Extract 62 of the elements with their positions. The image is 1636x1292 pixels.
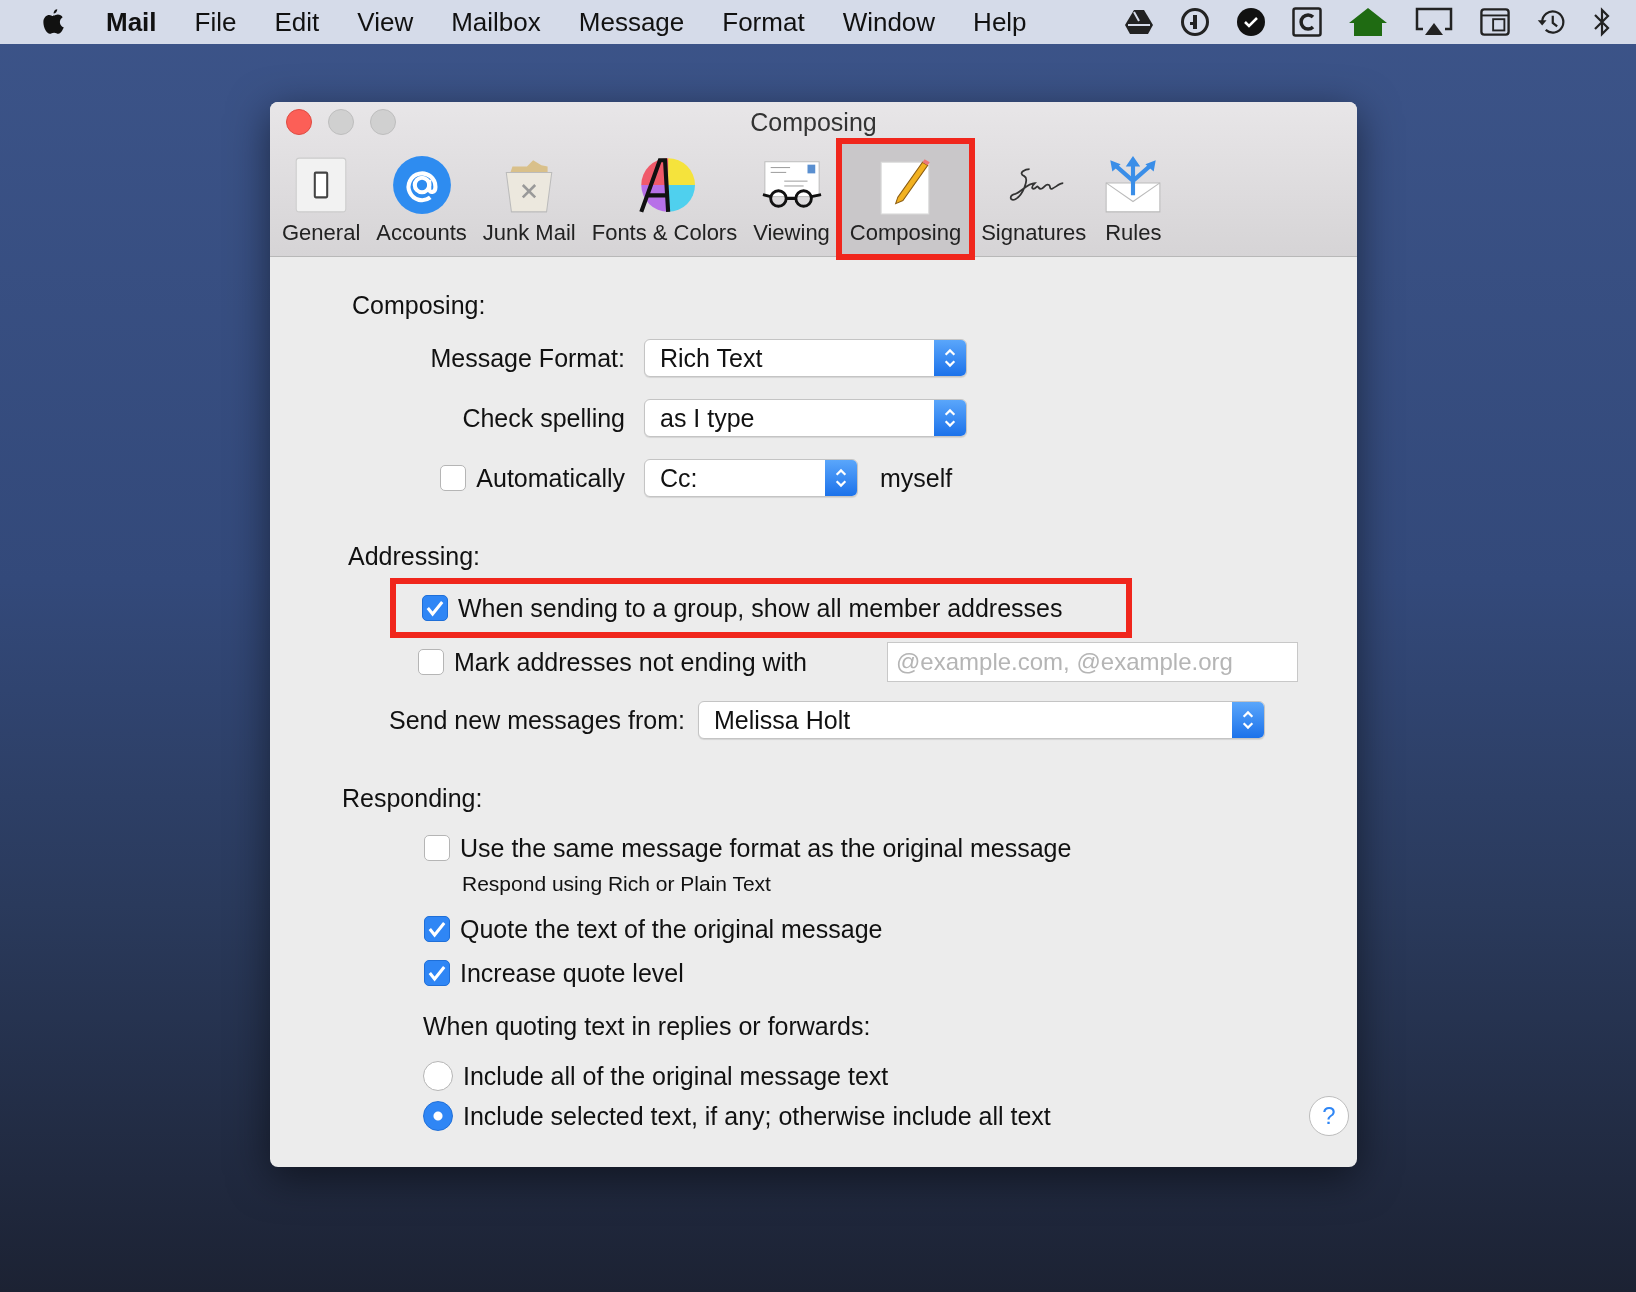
help-button[interactable]: ? xyxy=(1309,1096,1349,1136)
toolbar-tab[interactable]: Viewing xyxy=(747,142,836,256)
checkbox[interactable] xyxy=(422,595,448,621)
stepper-icon xyxy=(1232,702,1264,738)
toolbar-tab[interactable]: Junk Mail xyxy=(476,142,582,256)
checkbox-label[interactable]: Use the same message format as the original message xyxy=(460,833,1072,863)
boxed-c-icon[interactable] xyxy=(1292,7,1322,37)
field-label: Message Format: xyxy=(430,343,625,373)
toolbar-tab[interactable]: Rules xyxy=(1096,142,1171,256)
airplay-icon[interactable] xyxy=(1414,7,1454,37)
spelling-dropdown[interactable]: as I type xyxy=(644,399,967,437)
field-label: myself xyxy=(880,463,953,493)
at-sign-icon xyxy=(390,154,453,216)
clock-icon[interactable] xyxy=(1536,7,1566,37)
keyhole-icon[interactable] xyxy=(1180,7,1210,37)
stepper-icon xyxy=(934,400,966,436)
menu-item[interactable]: Help xyxy=(973,6,1027,38)
checkbox[interactable] xyxy=(424,916,450,942)
checkbox[interactable] xyxy=(424,960,450,986)
sender-dropdown[interactable]: Melissa Holt xyxy=(698,701,1265,739)
option-note: Respond using Rich or Plain Text xyxy=(462,871,772,897)
house-icon[interactable] xyxy=(1348,7,1388,37)
radio-label[interactable]: Include selected text, if any; otherwise include all text xyxy=(463,1101,1051,1131)
menu-item[interactable]: Mailbox xyxy=(451,6,541,38)
toolbar-tab[interactable]: General xyxy=(276,142,367,256)
domain-input-field[interactable]: @example.com, @example.org xyxy=(887,642,1298,682)
stepper-icon xyxy=(934,340,966,376)
format-dropdown[interactable]: Rich Text xyxy=(644,339,967,377)
checkbox[interactable] xyxy=(440,465,467,491)
menu-item[interactable]: Format xyxy=(722,6,805,38)
field-label: Check spelling xyxy=(462,403,625,433)
menu-item[interactable]: Edit xyxy=(274,6,320,38)
checkbox-label[interactable]: Mark addresses not ending with xyxy=(454,647,877,677)
radio-button[interactable] xyxy=(423,1061,453,1091)
menu-item[interactable]: File xyxy=(194,6,237,38)
toolbar-tab[interactable]: Signatures xyxy=(975,142,1093,256)
section-heading: Responding: xyxy=(342,783,484,814)
checkbox-label[interactable]: Automatically xyxy=(476,463,625,493)
window-title: Composing xyxy=(750,107,877,137)
close-button[interactable] xyxy=(286,109,312,135)
radio-button[interactable] xyxy=(423,1101,453,1131)
radio-label[interactable]: Include all of the original message text xyxy=(463,1061,889,1091)
group-label: When quoting text in replies or forwards: xyxy=(423,1011,872,1042)
checkbox-label[interactable]: Quote the text of the original message xyxy=(460,914,883,944)
menu-item[interactable]: View xyxy=(357,6,414,38)
bluetooth-icon[interactable] xyxy=(1592,7,1612,37)
toolbar-tab[interactable]: Accounts xyxy=(370,142,473,256)
checkbox-label[interactable]: Increase quote level xyxy=(460,958,684,988)
checkbox-label[interactable]: When sending to a group, show all member addresses xyxy=(458,593,1063,623)
cc-dropdown[interactable]: Cc: xyxy=(644,459,858,497)
checkbox[interactable] xyxy=(424,835,450,861)
field-label: Send new messages from: xyxy=(389,705,685,735)
section-heading: Composing: xyxy=(352,290,487,321)
menu-app-name[interactable]: Mail xyxy=(106,6,157,38)
checkbox[interactable] xyxy=(418,649,444,675)
stepper-icon xyxy=(825,460,857,496)
section-heading: Addressing: xyxy=(348,541,482,572)
menu-item[interactable]: Message xyxy=(578,6,685,38)
checkmark-icon[interactable] xyxy=(1236,7,1266,37)
apple-icon[interactable] xyxy=(40,7,66,37)
menu-item[interactable]: Window xyxy=(842,6,936,38)
toolbar-tab[interactable]: Fonts & Colors xyxy=(585,142,744,256)
